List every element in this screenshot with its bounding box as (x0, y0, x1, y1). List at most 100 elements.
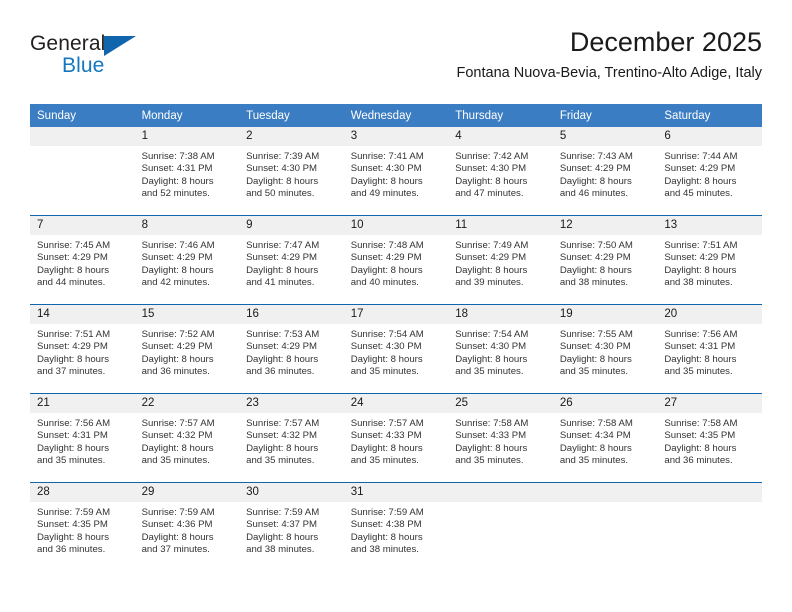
day-detail-line: Daylight: 8 hours (37, 531, 109, 543)
day-details: Sunrise: 7:43 AM Sunset: 4:29 PM Daylight:… (553, 146, 658, 201)
day-cell-inner: 13 Sunrise: 7:51 AM Sunset: 4:29 PM Dayligh… (657, 216, 762, 304)
day-details: Sunrise: 7:56 AM Sunset: 4:31 PM Daylight:… (657, 324, 762, 379)
calendar-day-cell[interactable]: 1 Sunrise: 7:38 AM Sunset: 4:31 PM Daylight… (134, 127, 240, 216)
day-detail-line: Daylight: 8 hours (37, 442, 109, 454)
day-detail-line: Sunset: 4:30 PM (350, 163, 422, 175)
calendar-day-cell[interactable]: 31 Sunrise: 7:59 AM Sunset: 4:38 PM Dayligh… (343, 482, 449, 571)
day-number: 9 (239, 216, 344, 235)
calendar-day-cell[interactable]: 11 Sunrise: 7:49 AM Sunset: 4:29 PM Dayligh… (448, 215, 553, 305)
day-detail-line: Sunrise: 7:53 AM (246, 329, 320, 340)
calendar-day-cell[interactable]: 19 Sunrise: 7:55 AM Sunset: 4:30 PM Dayligh… (552, 304, 658, 394)
day-cell-inner: 2 Sunrise: 7:39 AM Sunset: 4:30 PM Daylight… (239, 127, 344, 215)
calendar-day-cell[interactable]: 24 Sunrise: 7:57 AM Sunset: 4:33 PM Dayligh… (343, 393, 449, 483)
calendar-day-cell[interactable]: 20 Sunrise: 7:56 AM Sunset: 4:31 PM Dayligh… (657, 304, 762, 394)
day-number: 18 (448, 305, 553, 324)
calendar-day-cell[interactable]: 5 Sunrise: 7:43 AM Sunset: 4:29 PM Daylight… (552, 127, 658, 216)
day-detail-line: Sunset: 4:32 PM (141, 430, 213, 442)
calendar-day-cell[interactable]: 17 Sunrise: 7:54 AM Sunset: 4:30 PM Dayligh… (343, 304, 449, 394)
calendar-day-cell[interactable]: 14 Sunrise: 7:51 AM Sunset: 4:29 PM Dayligh… (30, 304, 135, 394)
day-number: 29 (134, 483, 240, 502)
day-cell-inner: 1 Sunrise: 7:38 AM Sunset: 4:31 PM Daylight… (134, 127, 240, 215)
day-detail-line: Sunset: 4:30 PM (559, 341, 631, 353)
day-cell-inner: 17 Sunrise: 7:54 AM Sunset: 4:30 PM Dayligh… (343, 305, 449, 393)
day-number: 14 (30, 305, 135, 324)
day-detail-line: Daylight: 8 hours (350, 531, 423, 543)
day-detail-line: Sunrise: 7:58 AM (559, 418, 633, 429)
calendar-day-cell[interactable]: 22 Sunrise: 7:57 AM Sunset: 4:32 PM Dayligh… (134, 393, 240, 483)
day-detail-line: and 38 minutes. (246, 544, 315, 556)
day-cell-inner: 16 Sunrise: 7:53 AM Sunset: 4:29 PM Dayligh… (239, 305, 344, 393)
calendar-day-cell[interactable]: 15 Sunrise: 7:52 AM Sunset: 4:29 PM Dayligh… (134, 304, 240, 394)
day-detail-line: Sunset: 4:30 PM (455, 341, 527, 353)
day-detail-line: Daylight: 8 hours (559, 175, 632, 187)
calendar-day-cell[interactable]: 26 Sunrise: 7:58 AM Sunset: 4:34 PM Dayligh… (552, 393, 658, 483)
day-cell-inner (657, 483, 762, 571)
day-details: Sunrise: 7:59 AM Sunset: 4:35 PM Daylight:… (30, 502, 135, 557)
day-cell-inner: 9 Sunrise: 7:47 AM Sunset: 4:29 PM Daylight… (239, 216, 344, 304)
day-details: Sunrise: 7:57 AM Sunset: 4:32 PM Daylight:… (135, 413, 240, 468)
calendar-day-cell[interactable]: 6 Sunrise: 7:44 AM Sunset: 4:29 PM Daylight… (657, 127, 762, 216)
day-detail-line: Sunset: 4:36 PM (141, 519, 213, 531)
calendar-day-cell[interactable]: 27 Sunrise: 7:58 AM Sunset: 4:35 PM Dayligh… (657, 393, 762, 483)
day-detail-line: Daylight: 8 hours (664, 353, 737, 365)
day-details: Sunrise: 7:54 AM Sunset: 4:30 PM Daylight:… (344, 324, 449, 379)
calendar-week-row: 21 Sunrise: 7:56 AM Sunset: 4:31 PM Dayligh… (30, 393, 762, 483)
calendar-day-cell[interactable]: 16 Sunrise: 7:53 AM Sunset: 4:29 PM Dayligh… (239, 304, 344, 394)
calendar-day-cell[interactable]: 7 Sunrise: 7:45 AM Sunset: 4:29 PM Daylight… (30, 215, 135, 305)
day-details: Sunrise: 7:58 AM Sunset: 4:34 PM Daylight:… (553, 413, 658, 468)
general-blue-logo[interactable]: General Blue (30, 32, 160, 86)
day-details: Sunrise: 7:54 AM Sunset: 4:30 PM Daylight:… (448, 324, 553, 379)
calendar-day-cell[interactable]: 25 Sunrise: 7:58 AM Sunset: 4:33 PM Dayligh… (448, 393, 553, 483)
calendar-day-cell[interactable]: 12 Sunrise: 7:50 AM Sunset: 4:29 PM Dayligh… (552, 215, 658, 305)
calendar-day-cell-empty (30, 127, 135, 216)
day-cell-inner: 8 Sunrise: 7:46 AM Sunset: 4:29 PM Daylight… (134, 216, 240, 304)
day-detail-line: and 50 minutes. (246, 188, 315, 200)
day-detail-line: and 47 minutes. (455, 188, 524, 200)
day-detail-line: and 35 minutes. (350, 366, 419, 378)
day-number: 2 (239, 127, 344, 146)
day-detail-line: Sunset: 4:32 PM (246, 430, 318, 442)
day-detail-line: Sunset: 4:29 PM (664, 252, 736, 264)
day-detail-line: Daylight: 8 hours (141, 353, 214, 365)
day-detail-line: Sunrise: 7:44 AM (664, 151, 738, 162)
day-details: Sunrise: 7:51 AM Sunset: 4:29 PM Daylight:… (657, 235, 762, 290)
day-cell-inner: 25 Sunrise: 7:58 AM Sunset: 4:33 PM Dayligh… (448, 394, 553, 482)
calendar-day-cell[interactable]: 18 Sunrise: 7:54 AM Sunset: 4:30 PM Dayligh… (448, 304, 553, 394)
day-number: 27 (657, 394, 762, 413)
calendar-day-cell[interactable]: 13 Sunrise: 7:51 AM Sunset: 4:29 PM Dayligh… (657, 215, 762, 305)
day-cell-inner: 12 Sunrise: 7:50 AM Sunset: 4:29 PM Dayligh… (552, 216, 658, 304)
day-details: Sunrise: 7:59 AM Sunset: 4:37 PM Daylight:… (239, 502, 344, 557)
day-details: Sunrise: 7:58 AM Sunset: 4:33 PM Daylight:… (448, 413, 553, 468)
day-number (552, 483, 658, 502)
day-detail-line: Sunset: 4:30 PM (455, 163, 527, 175)
calendar-week-row: 7 Sunrise: 7:45 AM Sunset: 4:29 PM Daylight… (30, 215, 762, 305)
calendar-day-cell[interactable]: 30 Sunrise: 7:59 AM Sunset: 4:37 PM Dayligh… (239, 482, 344, 571)
calendar-day-cell[interactable]: 29 Sunrise: 7:59 AM Sunset: 4:36 PM Dayligh… (134, 482, 240, 571)
calendar-day-cell[interactable]: 28 Sunrise: 7:59 AM Sunset: 4:35 PM Dayligh… (30, 482, 135, 571)
day-number: 28 (30, 483, 135, 502)
day-cell-inner: 30 Sunrise: 7:59 AM Sunset: 4:37 PM Dayligh… (239, 483, 344, 571)
day-detail-line: Daylight: 8 hours (246, 531, 319, 543)
calendar-day-cell[interactable]: 4 Sunrise: 7:42 AM Sunset: 4:30 PM Daylight… (448, 127, 553, 216)
calendar-day-cell[interactable]: 23 Sunrise: 7:57 AM Sunset: 4:32 PM Dayligh… (239, 393, 344, 483)
day-cell-inner: 15 Sunrise: 7:52 AM Sunset: 4:29 PM Dayligh… (134, 305, 240, 393)
day-details: Sunrise: 7:55 AM Sunset: 4:30 PM Daylight:… (553, 324, 658, 379)
day-number: 4 (448, 127, 553, 146)
calendar-day-cell[interactable]: 3 Sunrise: 7:41 AM Sunset: 4:30 PM Daylight… (343, 127, 449, 216)
day-details: Sunrise: 7:57 AM Sunset: 4:33 PM Daylight:… (344, 413, 449, 468)
day-detail-line: Daylight: 8 hours (141, 442, 214, 454)
day-cell-inner: 19 Sunrise: 7:55 AM Sunset: 4:30 PM Dayligh… (552, 305, 658, 393)
day-detail-line: and 35 minutes. (37, 455, 106, 467)
calendar-day-cell[interactable]: 21 Sunrise: 7:56 AM Sunset: 4:31 PM Dayligh… (30, 393, 135, 483)
day-detail-line: Sunset: 4:33 PM (350, 430, 422, 442)
day-detail-line: Sunrise: 7:38 AM (141, 151, 215, 162)
calendar-day-cell[interactable]: 8 Sunrise: 7:46 AM Sunset: 4:29 PM Daylight… (134, 215, 240, 305)
day-cell-inner: 24 Sunrise: 7:57 AM Sunset: 4:33 PM Dayligh… (343, 394, 449, 482)
day-detail-line: Daylight: 8 hours (350, 264, 423, 276)
weekday-header-row: Sunday Monday Tuesday Wednesday Thursday Frid… (30, 104, 762, 127)
calendar-day-cell[interactable]: 9 Sunrise: 7:47 AM Sunset: 4:29 PM Daylight… (239, 215, 344, 305)
calendar-day-cell[interactable]: 2 Sunrise: 7:39 AM Sunset: 4:30 PM Daylight… (239, 127, 344, 216)
calendar-day-cell[interactable]: 10 Sunrise: 7:48 AM Sunset: 4:29 PM Dayligh… (343, 215, 449, 305)
location-subtitle: Fontana Nuova-Bevia, Trentino-Alto Adige… (456, 65, 762, 81)
day-detail-line: and 35 minutes. (559, 455, 629, 467)
